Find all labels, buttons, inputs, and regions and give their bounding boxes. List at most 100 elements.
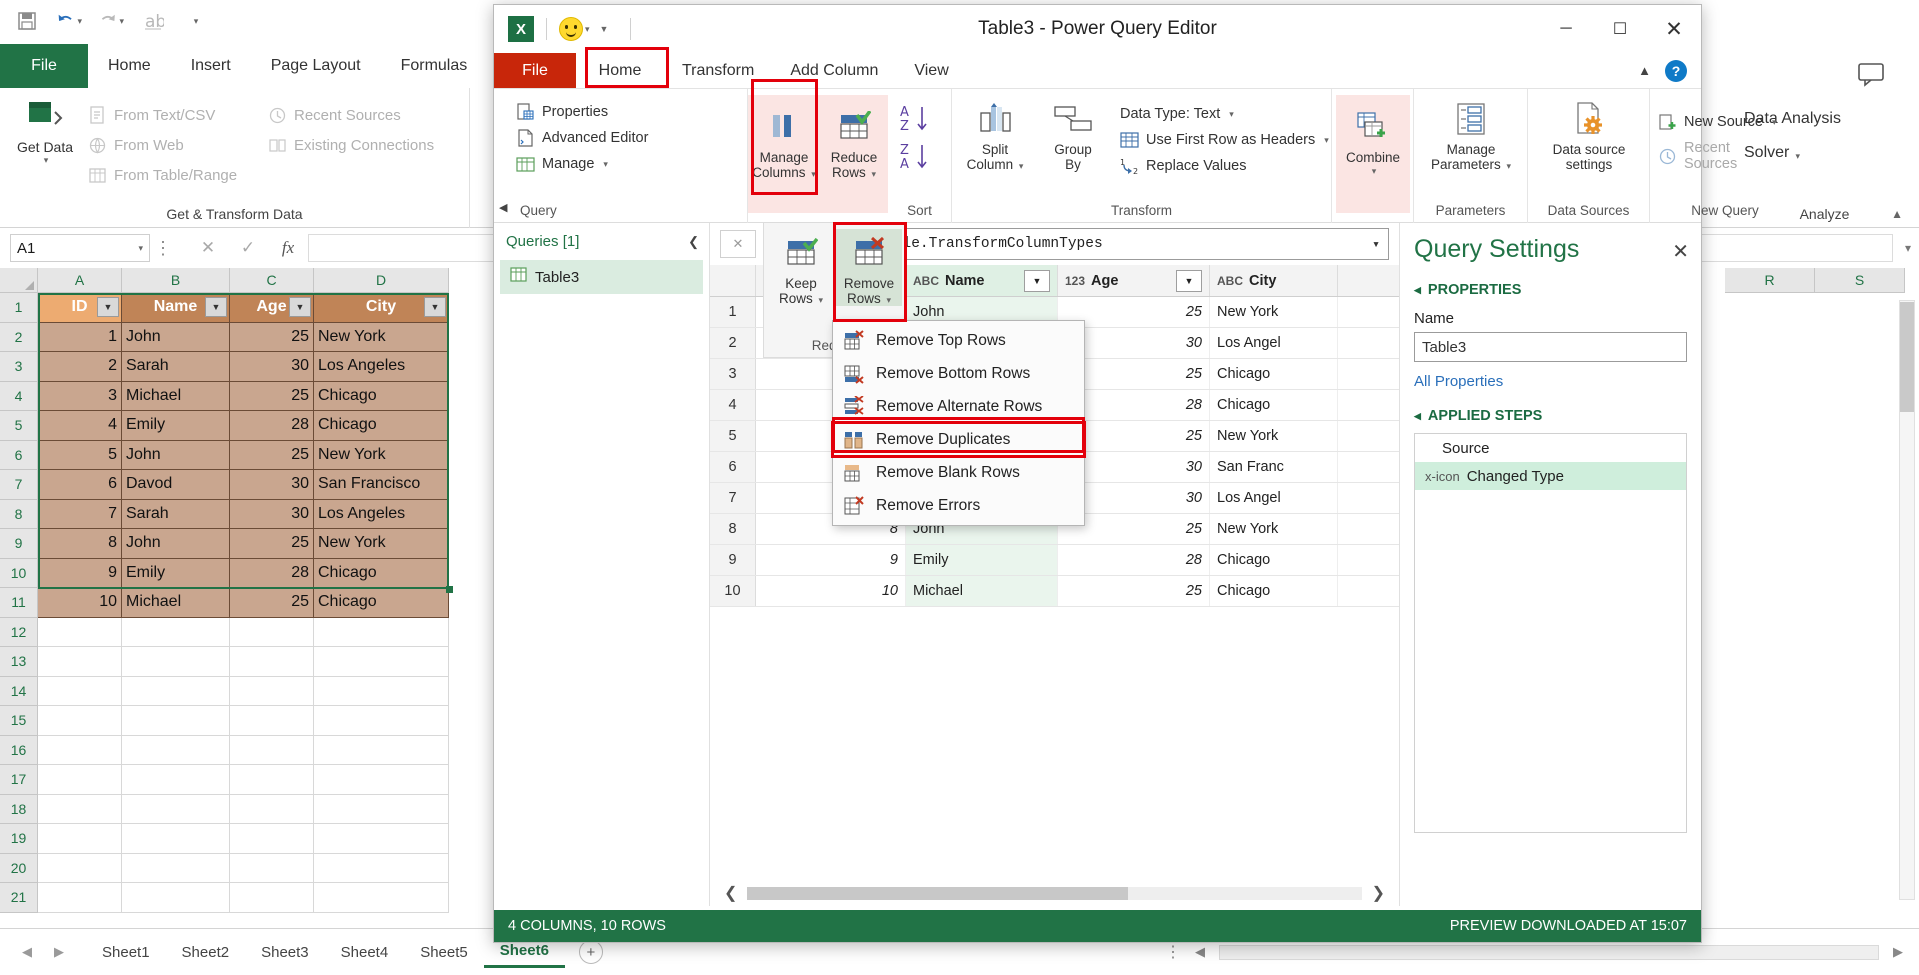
- save-icon[interactable]: [14, 8, 40, 34]
- column-header-a[interactable]: A: [38, 268, 122, 293]
- preview-cell[interactable]: 9: [710, 545, 756, 575]
- preview-cell[interactable]: 4: [710, 390, 756, 420]
- table-cell[interactable]: John: [122, 322, 230, 352]
- sort-descending-button[interactable]: ZA: [900, 141, 932, 179]
- sheet-tab-sheet5[interactable]: Sheet5: [404, 938, 484, 967]
- table-cell[interactable]: John: [122, 440, 230, 470]
- table-cell[interactable]: 8: [38, 529, 122, 559]
- preview-cell[interactable]: New York: [1210, 514, 1338, 544]
- table-row[interactable]: 2 Sarah 30 Los Angeles: [38, 352, 449, 382]
- empty-cell[interactable]: [38, 617, 122, 647]
- empty-cell[interactable]: [122, 824, 230, 854]
- formula-cancel-icon[interactable]: ✕: [720, 230, 756, 258]
- table-cell[interactable]: 28: [230, 411, 314, 441]
- column-filter-icon-age[interactable]: ▼: [1176, 269, 1202, 292]
- row-header[interactable]: 13: [0, 647, 38, 677]
- excel-tab-file[interactable]: File: [0, 44, 88, 88]
- empty-cell[interactable]: [230, 735, 314, 765]
- query-name-input[interactable]: Table3: [1414, 332, 1687, 362]
- empty-cell[interactable]: [38, 765, 122, 795]
- row-header[interactable]: 6: [0, 440, 38, 470]
- insert-function-icon[interactable]: fx: [268, 238, 308, 258]
- hscroll-thumb[interactable]: [747, 886, 1129, 900]
- preview-cell[interactable]: 5: [710, 421, 756, 451]
- table-cell[interactable]: 7: [38, 499, 122, 529]
- close-icon[interactable]: ✕: [1647, 5, 1701, 53]
- empty-row[interactable]: [38, 735, 449, 765]
- status-more-icon[interactable]: ⋮: [1165, 942, 1181, 962]
- empty-cell[interactable]: [230, 647, 314, 677]
- table-row[interactable]: 7 Sarah 30 Los Angeles: [38, 499, 449, 529]
- empty-cell[interactable]: [230, 617, 314, 647]
- row-header[interactable]: 2: [0, 322, 38, 352]
- column-header-b[interactable]: B: [122, 268, 230, 293]
- row-header[interactable]: 20: [0, 853, 38, 883]
- cell-c1[interactable]: Age ▼: [230, 293, 314, 323]
- preview-cell[interactable]: Emily: [906, 545, 1058, 575]
- preview-row[interactable]: 10 10 Michael 25 Chicago: [710, 576, 1399, 607]
- sort-ascending-button[interactable]: AZ: [900, 103, 932, 141]
- menu-item-remove-errors[interactable]: Remove Errors: [833, 489, 1084, 522]
- table-cell[interactable]: Los Angeles: [314, 499, 449, 529]
- preview-row[interactable]: 9 9 Emily 28 Chicago: [710, 545, 1399, 576]
- get-data-caret-icon[interactable]: ▾: [14, 155, 78, 166]
- empty-cell[interactable]: [38, 824, 122, 854]
- empty-cell[interactable]: [314, 735, 449, 765]
- row-header[interactable]: 8: [0, 499, 38, 529]
- empty-cell[interactable]: [230, 853, 314, 883]
- empty-cell[interactable]: [38, 706, 122, 736]
- table-cell[interactable]: 2: [38, 352, 122, 382]
- empty-row[interactable]: [38, 647, 449, 677]
- chevron-left-icon[interactable]: ❮: [688, 234, 699, 250]
- hscroll-right-arrow-icon[interactable]: ❯: [1372, 883, 1385, 903]
- formula-bar-expand-icon[interactable]: ▾: [1905, 241, 1911, 255]
- empty-row[interactable]: [38, 617, 449, 647]
- row-header[interactable]: 5: [0, 411, 38, 441]
- row-header[interactable]: 4: [0, 381, 38, 411]
- table-cell[interactable]: Emily: [122, 411, 230, 441]
- all-properties-link[interactable]: All Properties: [1414, 373, 1687, 390]
- table-cell[interactable]: Los Angeles: [314, 352, 449, 382]
- row-header[interactable]: 17: [0, 765, 38, 795]
- preview-cell[interactable]: Chicago: [1210, 545, 1338, 575]
- preview-cell[interactable]: 2: [710, 328, 756, 358]
- table-row[interactable]: 1 John 25 New York: [38, 322, 449, 352]
- row-header[interactable]: 7: [0, 470, 38, 500]
- maximize-icon[interactable]: ☐: [1593, 5, 1647, 53]
- excel-tab-formulas[interactable]: Formulas: [381, 44, 488, 88]
- table-cell[interactable]: Michael: [122, 381, 230, 411]
- applied-step-changed-type[interactable]: x-icon Changed Type: [1415, 462, 1686, 490]
- sheet-tab-sheet2[interactable]: Sheet2: [166, 938, 246, 967]
- empty-cell[interactable]: [230, 824, 314, 854]
- new-source-caret-icon[interactable]: ▾: [1772, 117, 1777, 128]
- empty-cell[interactable]: [38, 883, 122, 913]
- empty-cell[interactable]: [314, 853, 449, 883]
- query-item-table3[interactable]: Table3: [500, 260, 703, 294]
- manage-parameters-button[interactable]: Manage Parameters ▾: [1428, 95, 1514, 172]
- undo-icon[interactable]: ▾: [56, 8, 82, 34]
- reduce-rows-button[interactable]: Reduce Rows ▾: [820, 95, 888, 213]
- replace-values-button[interactable]: 12 Replace Values: [1120, 153, 1329, 179]
- pq-title-bar[interactable]: X ▾ ▼ Table3 - Power Query Editor ─ ☐ ✕: [494, 5, 1701, 53]
- recent-sources-button[interactable]: Recent Sources: [268, 100, 434, 130]
- empty-cell[interactable]: [122, 794, 230, 824]
- column-header-r[interactable]: R: [1725, 268, 1815, 293]
- table-row[interactable]: 9 Emily 28 Chicago: [38, 558, 449, 588]
- empty-row[interactable]: [38, 883, 449, 913]
- confirm-formula-icon[interactable]: ✓: [228, 238, 268, 258]
- empty-cell[interactable]: [38, 647, 122, 677]
- table-cell[interactable]: New York: [314, 440, 449, 470]
- table-cell[interactable]: 28: [230, 558, 314, 588]
- table-cell[interactable]: 3: [38, 381, 122, 411]
- vertical-scrollbar-thumb[interactable]: [1900, 302, 1914, 412]
- sheet-nav-prev-icon[interactable]: ◀: [22, 944, 32, 960]
- advanced-editor-button[interactable]: Advanced Editor: [516, 125, 648, 151]
- new-source-button[interactable]: New Source ▾: [1658, 105, 1800, 139]
- empty-row[interactable]: [38, 824, 449, 854]
- preview-cell[interactable]: Los Angel: [1210, 483, 1338, 513]
- empty-cell[interactable]: [314, 676, 449, 706]
- sheet-tab-sheet4[interactable]: Sheet4: [325, 938, 405, 967]
- preview-cell[interactable]: 25: [1058, 576, 1210, 606]
- feedback-caret-icon[interactable]: ▾: [585, 24, 590, 35]
- empty-cell[interactable]: [314, 647, 449, 677]
